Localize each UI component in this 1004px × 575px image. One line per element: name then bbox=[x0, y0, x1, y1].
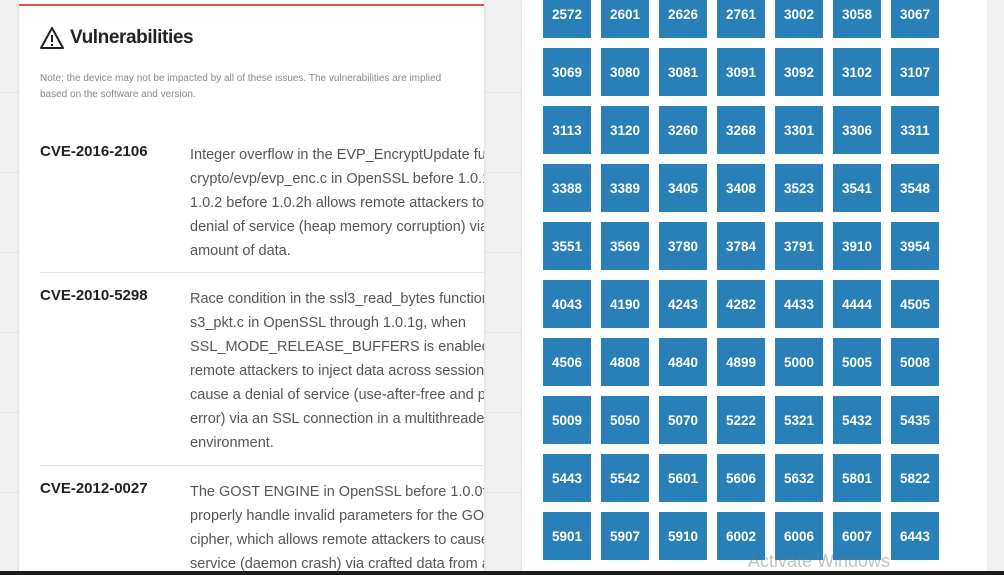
cve-id[interactable]: CVE-2016-2106 bbox=[40, 143, 148, 160]
port-chip[interactable]: 3113 bbox=[543, 106, 591, 154]
port-chip[interactable]: 4282 bbox=[717, 280, 765, 328]
activate-windows-watermark: Activate Windows bbox=[748, 551, 891, 571]
port-chip[interactable]: 5910 bbox=[659, 512, 707, 560]
port-chip[interactable]: 5005 bbox=[833, 338, 881, 386]
port-chip[interactable]: 3388 bbox=[543, 164, 591, 212]
port-grid: 2572 2601 2626 2761 3002 3058 3067 3069 3080 3081… bbox=[543, 0, 939, 560]
port-chip[interactable]: 3069 bbox=[543, 48, 591, 96]
port-chip[interactable]: 3080 bbox=[601, 48, 649, 96]
port-chip[interactable]: 3405 bbox=[659, 164, 707, 212]
vulnerabilities-card: Vulnerabilities Note: the device may not… bbox=[19, 0, 484, 575]
cve-id[interactable]: CVE-2012-0027 bbox=[40, 480, 148, 497]
cve-description: Integer overflow in the EVP_EncryptUpdat… bbox=[190, 147, 484, 259]
port-chip[interactable]: 3311 bbox=[891, 106, 939, 154]
port-chip[interactable]: 5901 bbox=[543, 512, 591, 560]
cve-row: CVE-2012-0027 The GOST ENGINE in OpenSSL… bbox=[40, 480, 484, 575]
cve-description: Race condition in the ssl3_read_bytes fu… bbox=[190, 291, 484, 451]
port-chip[interactable]: 4243 bbox=[659, 280, 707, 328]
port-chip[interactable]: 3067 bbox=[891, 0, 939, 38]
port-chip[interactable]: 3091 bbox=[717, 48, 765, 96]
taskbar-strip bbox=[0, 571, 1004, 575]
port-chip[interactable]: 4190 bbox=[601, 280, 649, 328]
port-chip[interactable]: 4444 bbox=[833, 280, 881, 328]
right-gutter bbox=[987, 0, 1004, 575]
port-chip[interactable]: 5432 bbox=[833, 396, 881, 444]
port-chip[interactable]: 3081 bbox=[659, 48, 707, 96]
port-chip[interactable]: 3551 bbox=[543, 222, 591, 270]
port-chip[interactable]: 4840 bbox=[659, 338, 707, 386]
port-chip[interactable]: 4043 bbox=[543, 280, 591, 328]
port-chip[interactable]: 3523 bbox=[775, 164, 823, 212]
port-chip[interactable]: 2601 bbox=[601, 0, 649, 38]
open-ports-panel: 2572 2601 2626 2761 3002 3058 3067 3069 3080 3081… bbox=[522, 0, 987, 575]
cve-row: CVE-2016-2106 Integer overflow in the EV… bbox=[40, 143, 484, 273]
port-chip[interactable]: 5008 bbox=[891, 338, 939, 386]
port-chip[interactable]: 3260 bbox=[659, 106, 707, 154]
port-chip[interactable]: 5009 bbox=[543, 396, 591, 444]
port-chip[interactable]: 5801 bbox=[833, 454, 881, 502]
port-chip[interactable]: 5435 bbox=[891, 396, 939, 444]
port-chip[interactable]: 3780 bbox=[659, 222, 707, 270]
port-chip[interactable]: 5601 bbox=[659, 454, 707, 502]
port-chip[interactable]: 5321 bbox=[775, 396, 823, 444]
port-chip[interactable]: 6443 bbox=[891, 512, 939, 560]
port-chip[interactable]: 5222 bbox=[717, 396, 765, 444]
port-chip[interactable]: 3910 bbox=[833, 222, 881, 270]
vulnerabilities-title: Vulnerabilities bbox=[70, 27, 194, 48]
port-chip[interactable]: 3791 bbox=[775, 222, 823, 270]
port-chip[interactable]: 5822 bbox=[891, 454, 939, 502]
port-chip[interactable]: 3002 bbox=[775, 0, 823, 38]
port-chip[interactable]: 3301 bbox=[775, 106, 823, 154]
port-chip[interactable]: 4505 bbox=[891, 280, 939, 328]
port-chip[interactable]: 3569 bbox=[601, 222, 649, 270]
port-chip[interactable]: 4899 bbox=[717, 338, 765, 386]
vulnerabilities-note: Note: the device may not be impacted by … bbox=[40, 73, 442, 100]
port-chip[interactable]: 3954 bbox=[891, 222, 939, 270]
port-chip[interactable]: 2761 bbox=[717, 0, 765, 38]
cve-row: CVE-2010-5298 Race condition in the ssl3… bbox=[40, 287, 484, 466]
port-chip[interactable]: 5606 bbox=[717, 454, 765, 502]
port-chip[interactable]: 5000 bbox=[775, 338, 823, 386]
port-chip[interactable]: 3548 bbox=[891, 164, 939, 212]
port-chip[interactable]: 5050 bbox=[601, 396, 649, 444]
port-chip[interactable]: 3102 bbox=[833, 48, 881, 96]
cve-id[interactable]: CVE-2010-5298 bbox=[40, 287, 148, 304]
vulnerabilities-header: Vulnerabilities bbox=[40, 26, 194, 50]
port-chip[interactable]: 3408 bbox=[717, 164, 765, 212]
port-chip[interactable]: 2572 bbox=[543, 0, 591, 38]
port-chip[interactable]: 3306 bbox=[833, 106, 881, 154]
port-chip[interactable]: 4808 bbox=[601, 338, 649, 386]
port-chip[interactable]: 4506 bbox=[543, 338, 591, 386]
port-chip[interactable]: 5907 bbox=[601, 512, 649, 560]
port-chip[interactable]: 3268 bbox=[717, 106, 765, 154]
port-chip[interactable]: 3058 bbox=[833, 0, 881, 38]
port-chip[interactable]: 3541 bbox=[833, 164, 881, 212]
port-chip[interactable]: 3120 bbox=[601, 106, 649, 154]
port-chip[interactable]: 3107 bbox=[891, 48, 939, 96]
cve-description: The GOST ENGINE in OpenSSL before 1.0.0f… bbox=[190, 484, 484, 572]
card-accent-bar bbox=[19, 4, 484, 6]
port-chip[interactable]: 2626 bbox=[659, 0, 707, 38]
port-chip[interactable]: 5542 bbox=[601, 454, 649, 502]
port-chip[interactable]: 3389 bbox=[601, 164, 649, 212]
port-chip[interactable]: 3092 bbox=[775, 48, 823, 96]
port-chip[interactable]: 5070 bbox=[659, 396, 707, 444]
port-chip[interactable]: 3784 bbox=[717, 222, 765, 270]
port-chip[interactable]: 4433 bbox=[775, 280, 823, 328]
port-chip[interactable]: 5443 bbox=[543, 454, 591, 502]
warning-triangle-icon bbox=[40, 27, 64, 49]
port-chip[interactable]: 5632 bbox=[775, 454, 823, 502]
